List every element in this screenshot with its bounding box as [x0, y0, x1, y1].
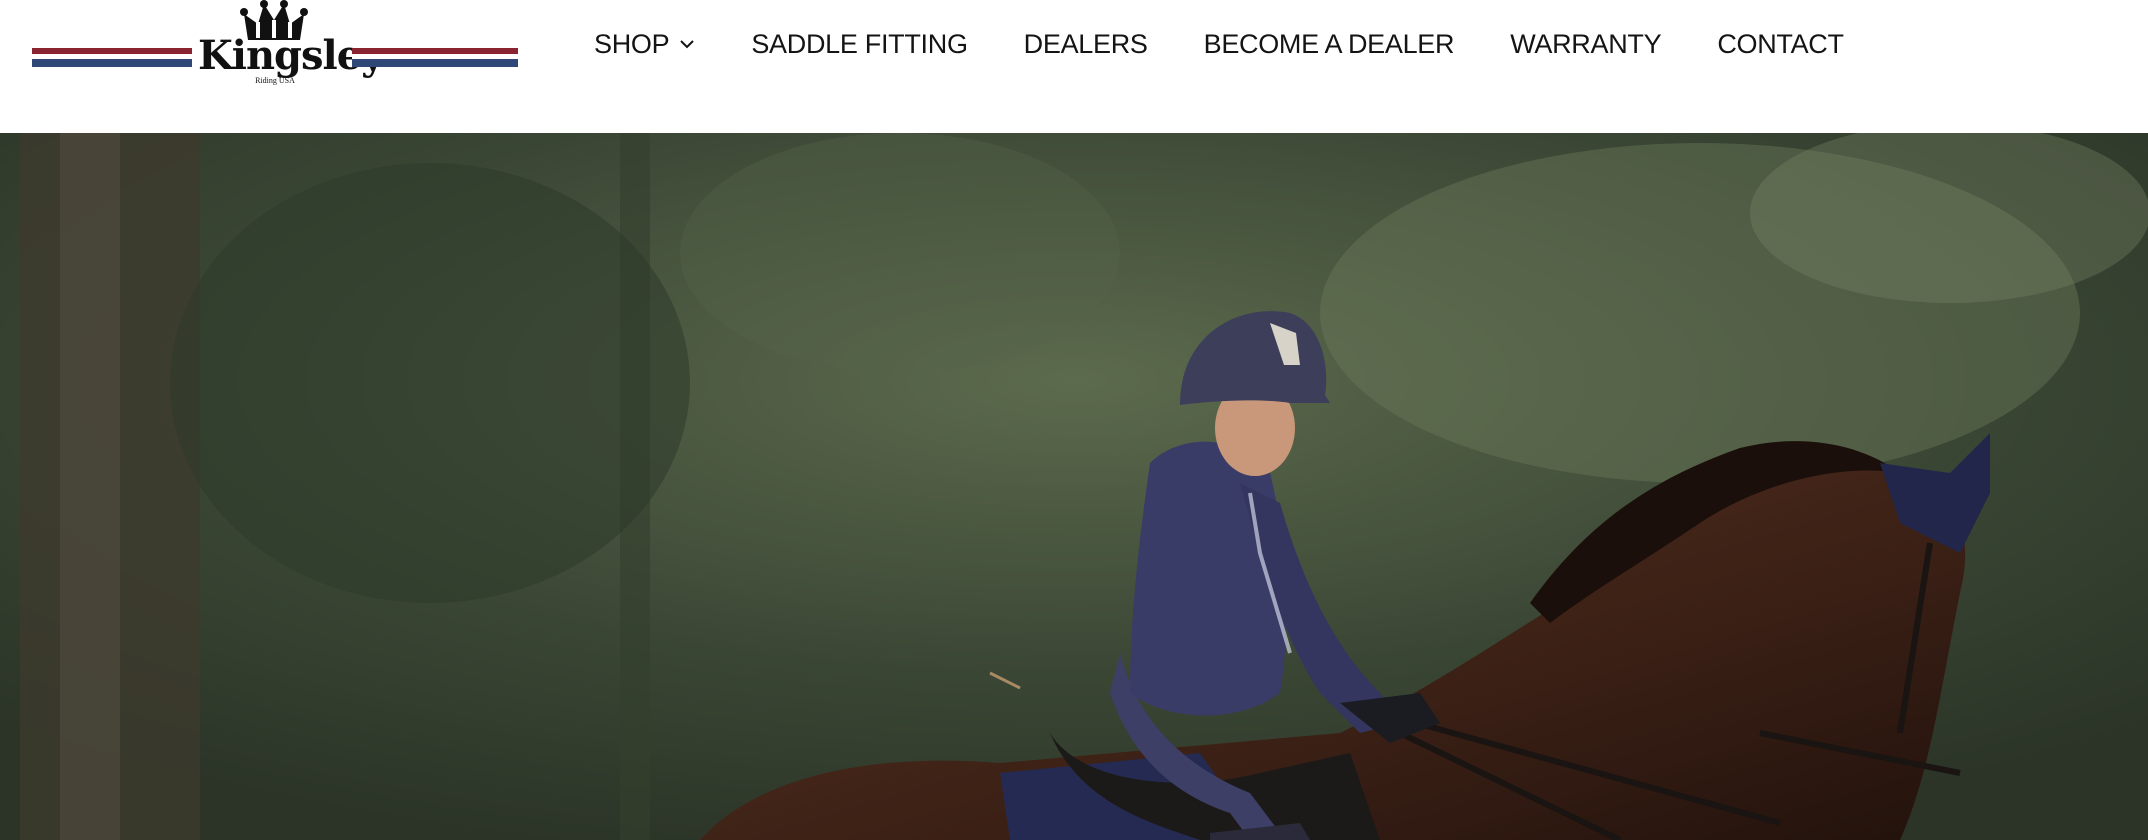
- site-header: Kingsley Riding USA SHOP SADDLE FITTING …: [0, 0, 2148, 133]
- logo-stripes-right: [352, 48, 518, 72]
- main-nav: SHOP SADDLE FITTING DEALERS BECOME A DEA…: [594, 22, 1844, 66]
- chevron-down-icon[interactable]: [679, 39, 695, 49]
- nav-item-warranty[interactable]: WARRANTY: [1510, 29, 1661, 60]
- hero-banner: [0, 133, 2148, 840]
- logo-tagline: Riding USA: [255, 76, 295, 85]
- nav-item-become-a-dealer[interactable]: BECOME A DEALER: [1204, 29, 1455, 60]
- logo-wordmark: Kingsley: [198, 32, 384, 79]
- kingsley-logo[interactable]: Kingsley Riding USA: [32, 0, 518, 92]
- nav-item-shop[interactable]: SHOP: [594, 29, 695, 60]
- logo-stripes-left: [32, 48, 192, 72]
- hero-photo-rider-on-horse: [0, 133, 2148, 840]
- nav-item-dealers[interactable]: DEALERS: [1024, 29, 1148, 60]
- nav-item-saddle-fitting[interactable]: SADDLE FITTING: [751, 29, 968, 60]
- nav-item-contact[interactable]: CONTACT: [1717, 29, 1844, 60]
- nav-item-label: SHOP: [594, 28, 670, 59]
